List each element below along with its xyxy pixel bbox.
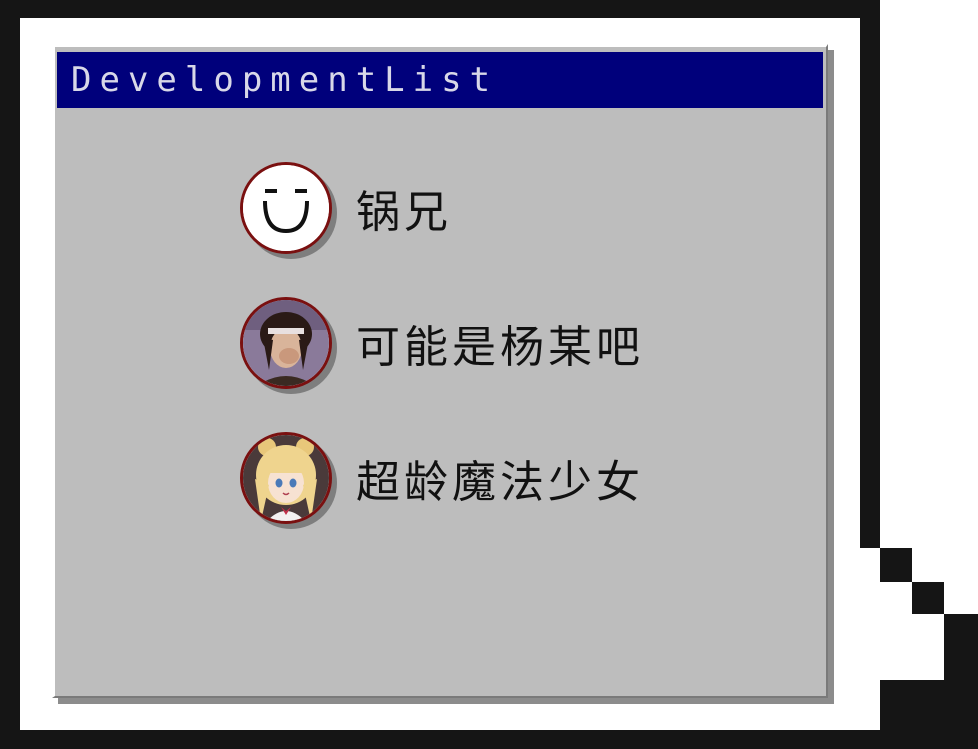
pixel-step-decoration	[880, 680, 944, 749]
developer-item[interactable]: 超龄魔法少女	[238, 432, 718, 528]
pixel-step-decoration	[944, 614, 978, 749]
developer-item[interactable]: 锅兄	[238, 162, 718, 258]
pixel-step-decoration	[912, 582, 944, 614]
blonde-anime-girl-avatar	[240, 432, 332, 524]
developer-name: 可能是杨某吧	[356, 322, 644, 373]
dark-haired-man-avatar	[240, 297, 332, 389]
title-bar[interactable]: DevelopmentList	[57, 52, 823, 108]
development-list-window: DevelopmentList 锅兄 可能是杨某吧 超龄魔法少女	[52, 44, 828, 698]
frame-edge	[860, 548, 880, 730]
frame-edge	[912, 614, 944, 680]
smiley-face-icon	[240, 162, 332, 254]
pixel-step-decoration	[880, 548, 912, 582]
developer-name: 锅兄	[356, 187, 452, 238]
window-title: DevelopmentList	[71, 60, 499, 100]
frame-edge	[880, 582, 912, 680]
developer-name: 超龄魔法少女	[356, 457, 644, 508]
developer-item[interactable]: 可能是杨某吧	[238, 297, 718, 393]
